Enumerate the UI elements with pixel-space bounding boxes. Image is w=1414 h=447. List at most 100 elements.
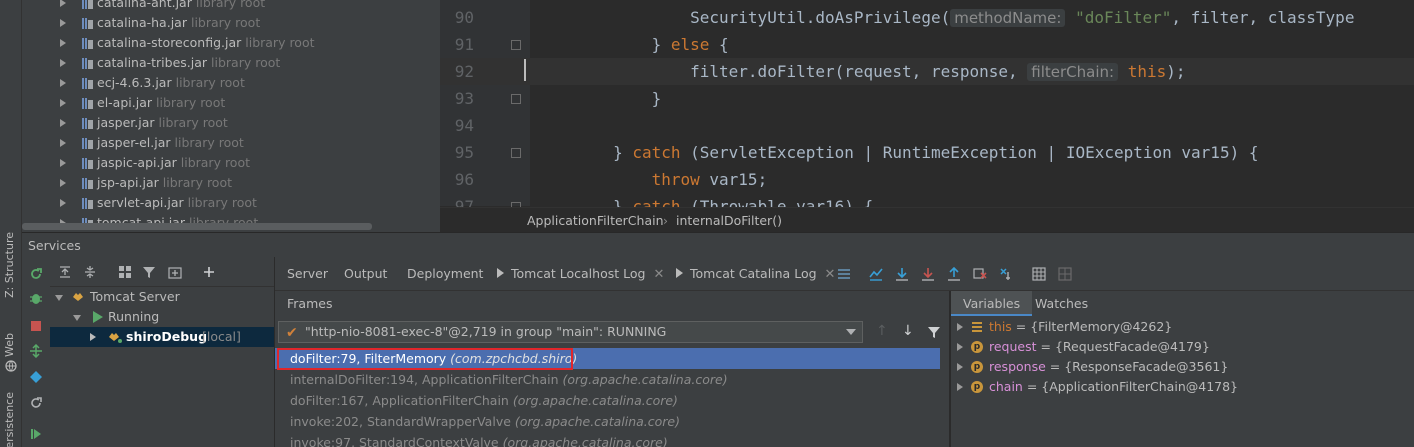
deploy-icon[interactable]: [29, 344, 43, 358]
arrow-up-icon[interactable]: ↑: [876, 323, 888, 339]
code-line[interactable]: 96 throw var15;: [440, 166, 1414, 193]
field-list-icon: [972, 322, 982, 332]
step-over-icon[interactable]: [895, 267, 909, 281]
fold-marker-icon[interactable]: [511, 94, 521, 104]
tab-variables[interactable]: Variables: [951, 291, 1033, 316]
rerun-icon[interactable]: [29, 267, 43, 281]
running-node[interactable]: Running: [50, 307, 274, 327]
tab-localhost-log[interactable]: Tomcat Localhost Log ✕: [497, 257, 664, 291]
project-scrollbar[interactable]: [22, 223, 372, 230]
library-root-hint: library root: [180, 155, 251, 170]
tab-output[interactable]: Output: [344, 257, 387, 291]
tab-localhost-log-label: Tomcat Localhost Log: [511, 266, 646, 281]
run-icon[interactable]: [30, 428, 42, 440]
tomcat-server-node[interactable]: Tomcat Server: [50, 287, 274, 307]
line-number: 94: [454, 116, 474, 135]
artifact-icon[interactable]: [29, 370, 43, 384]
project-tree-item[interactable]: jasper.jar library root: [22, 113, 440, 133]
group-services-icon[interactable]: [118, 265, 132, 279]
tab-catalina-log-label: Tomcat Catalina Log: [690, 266, 817, 281]
code-line[interactable]: 92 filter.doFilter(request, response, fi…: [440, 58, 1414, 85]
expand-all-icon[interactable]: [58, 265, 72, 279]
library-root-hint: library root: [175, 75, 245, 90]
project-tree-item[interactable]: jasper-el.jar library root: [22, 133, 440, 153]
drop-frame-icon[interactable]: [973, 267, 987, 281]
run-to-cursor-icon[interactable]: [999, 267, 1013, 281]
code-editor[interactable]: 90 SecurityUtil.doAsPrivilege(methodName…: [440, 0, 1414, 232]
project-tree-item[interactable]: catalina-tribes.jar library root: [22, 53, 440, 73]
jar-library-icon: [82, 38, 93, 49]
evaluate-expression-icon[interactable]: [1032, 267, 1046, 281]
stop-icon[interactable]: [31, 321, 41, 331]
variable-row[interactable]: p request = {RequestFacade@4179}: [951, 337, 1414, 357]
stack-frame-method: doFilter:167, ApplicationFilterChain: [290, 393, 513, 408]
close-icon[interactable]: ✕: [653, 267, 664, 282]
project-tree-item[interactable]: catalina-ant.jar library root: [22, 0, 440, 13]
breadcrumb-method[interactable]: internalDoFilter(): [676, 208, 782, 232]
project-tree-item[interactable]: ecj-4.6.3.jar library root: [22, 73, 440, 93]
stack-frame[interactable]: internalDoFilter:194, ApplicationFilterC…: [275, 369, 940, 390]
chevron-right-icon: [60, 0, 66, 7]
code-line[interactable]: 90 SecurityUtil.doAsPrivilege(methodName…: [440, 4, 1414, 31]
code-text: } catch (ServletException | RuntimeExcep…: [613, 143, 1259, 162]
jar-library-icon: [82, 98, 93, 109]
fold-marker-icon[interactable]: [511, 40, 521, 50]
web-tool-tab[interactable]: Web: [3, 333, 16, 357]
code-line[interactable]: 95 } catch (ServletException | RuntimeEx…: [440, 139, 1414, 166]
stack-frame[interactable]: invoke:202, StandardWrapperValve (org.ap…: [275, 411, 940, 432]
chevron-right-icon: [60, 139, 66, 147]
services-title: Services: [28, 238, 81, 253]
step-out-icon[interactable]: [947, 267, 961, 281]
close-icon[interactable]: ✕: [825, 267, 836, 282]
thread-dropdown[interactable]: ✔ "http-nio-8081-exec-8"@2,719 in group …: [278, 321, 863, 343]
line-number: 90: [454, 8, 474, 27]
variable-name: request = {RequestFacade@4179}: [989, 339, 1210, 354]
tab-server[interactable]: Server: [287, 257, 328, 291]
tab-watches[interactable]: Watches: [1023, 291, 1100, 316]
debug-bug-icon[interactable]: [29, 291, 43, 305]
tab-catalina-log[interactable]: Tomcat Catalina Log ✕: [676, 257, 835, 291]
stack-frame[interactable]: invoke:97, StandardContextValve (org.apa…: [275, 432, 940, 447]
show-execution-point-icon[interactable]: [869, 267, 883, 281]
stack-frame[interactable]: doFilter:167, ApplicationFilterChain (or…: [275, 390, 940, 411]
jar-library-icon: [82, 118, 93, 129]
filter-icon[interactable]: [927, 325, 941, 339]
project-tree-item[interactable]: servlet-api.jar library root: [22, 193, 440, 213]
shirodebug-node[interactable]: shiroDebug [local]: [50, 327, 274, 347]
frames-scrollbar[interactable]: [941, 348, 949, 447]
variable-row[interactable]: p response = {ResponseFacade@3561}: [951, 357, 1414, 377]
persistence-tool-tab[interactable]: Persistence: [3, 392, 16, 447]
line-number: 93: [454, 89, 474, 108]
services-toolbar: [22, 257, 274, 287]
code-line[interactable]: 94: [440, 112, 1414, 139]
variable-name: response = {ResponseFacade@3561}: [989, 359, 1229, 374]
new-group-icon[interactable]: [168, 265, 182, 279]
variable-row[interactable]: p chain = {ApplicationFilterChain@4178}: [951, 377, 1414, 397]
project-tree-item[interactable]: catalina-ha.jar library root: [22, 13, 440, 33]
breadcrumb-class[interactable]: ApplicationFilterChain: [527, 208, 664, 232]
variable-value: {ResponseFacade@3561}: [1064, 359, 1229, 374]
trace-icon[interactable]: [1058, 267, 1072, 281]
code-line[interactable]: 91 } else {: [440, 31, 1414, 58]
code-line[interactable]: 93 }: [440, 85, 1414, 112]
menu-lines-icon[interactable]: [837, 267, 851, 281]
services-actions: [22, 257, 50, 447]
config-name: shiroDebug: [126, 329, 208, 344]
fold-marker-icon[interactable]: [511, 148, 521, 158]
variable-row[interactable]: this = {FilterMemory@4262}: [951, 317, 1414, 337]
project-tree-item[interactable]: jaspic-api.jar library root: [22, 153, 440, 173]
tomcat-icon: [73, 293, 83, 301]
project-tree-item[interactable]: el-api.jar library root: [22, 93, 440, 113]
add-service-icon[interactable]: [202, 265, 216, 279]
tab-deployment[interactable]: Deployment: [407, 257, 483, 291]
step-into-icon[interactable]: [921, 267, 935, 281]
line-number: 96: [454, 170, 474, 189]
structure-tool-tab[interactable]: Z: Structure: [3, 232, 16, 298]
project-tree-item[interactable]: catalina-storeconfig.jar library root: [22, 33, 440, 53]
chevron-right-icon: [60, 59, 66, 67]
project-tree-item[interactable]: jsp-api.jar library root: [22, 173, 440, 193]
collapse-all-icon[interactable]: [83, 265, 97, 279]
refresh-icon[interactable]: [29, 396, 43, 410]
arrow-down-icon[interactable]: ↓: [902, 323, 914, 339]
filter-icon[interactable]: [142, 265, 156, 279]
